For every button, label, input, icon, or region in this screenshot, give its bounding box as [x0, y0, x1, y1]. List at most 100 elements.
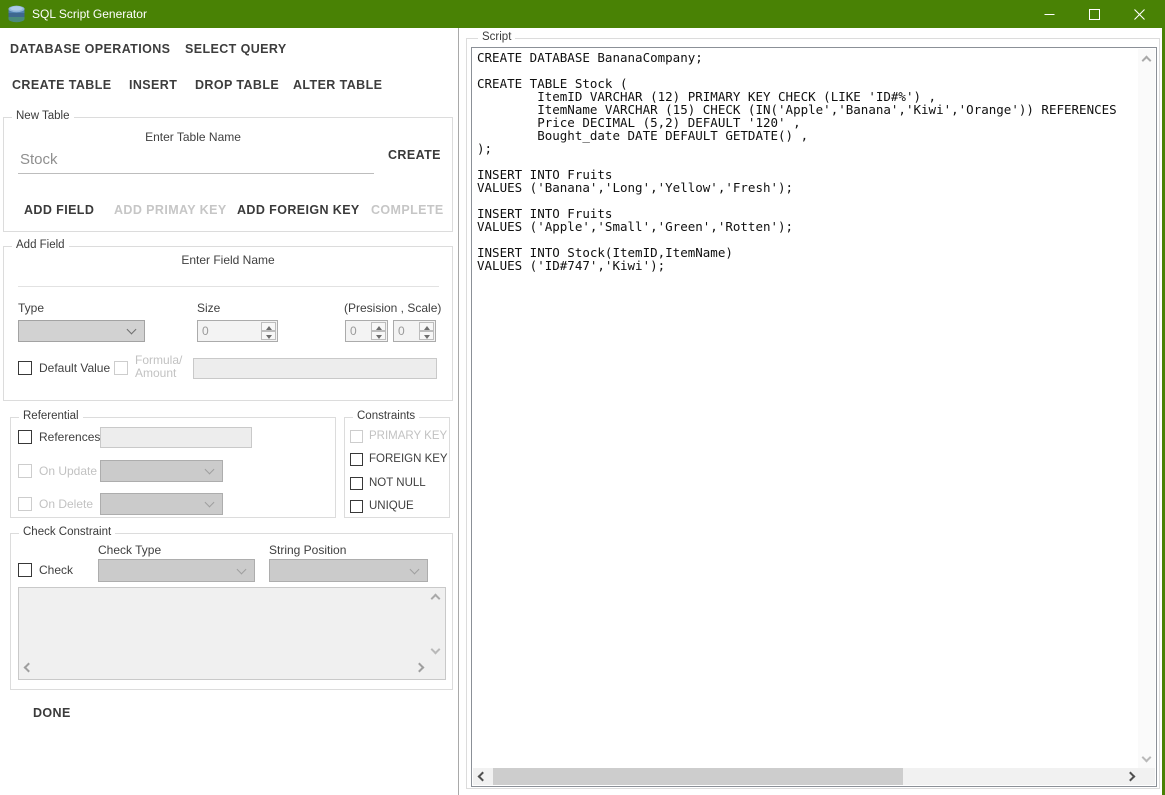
precision-value: 0	[350, 324, 357, 338]
sql-script-text: CREATE DATABASE BananaCompany; CREATE TA…	[477, 50, 1117, 273]
scale-value: 0	[398, 324, 405, 338]
check-constraint-group-label: Check Constraint	[19, 526, 116, 538]
menu-select-query[interactable]: SELECT QUERY	[185, 42, 287, 56]
string-position-label: String Position	[269, 543, 347, 557]
check-type-select[interactable]	[98, 559, 255, 582]
scroll-up-icon[interactable]	[430, 593, 441, 604]
size-stepper[interactable]: 0	[197, 320, 278, 342]
on-delete-label: On Delete	[39, 497, 94, 511]
precision-spinner[interactable]	[371, 322, 386, 340]
size-value: 0	[202, 324, 209, 338]
type-select[interactable]	[18, 320, 145, 342]
tab-alter-table[interactable]: ALTER TABLE	[293, 78, 382, 92]
check-text-input[interactable]	[18, 587, 446, 680]
unique-checkbox[interactable]	[350, 500, 363, 513]
chevron-down-icon	[126, 324, 137, 335]
complete-button: COMPLETE	[371, 203, 444, 217]
constraints-group-label: Constraints	[353, 410, 420, 422]
app-window: SQL Script Generator DATABASE OPERATIONS…	[0, 0, 1165, 795]
scroll-down-icon[interactable]	[430, 644, 441, 655]
new-table-group-label: New Table	[12, 110, 74, 122]
on-update-select	[100, 460, 223, 482]
tab-create-table[interactable]: CREATE TABLE	[12, 78, 111, 92]
minimize-icon	[1044, 13, 1055, 15]
scroll-left-icon[interactable]	[23, 662, 34, 673]
spinner-up-icon[interactable]	[261, 322, 276, 331]
chevron-down-icon	[409, 564, 420, 575]
size-spinner[interactable]	[261, 322, 276, 340]
references-label: References	[39, 430, 101, 444]
minimize-button[interactable]	[1027, 0, 1072, 28]
formula-amount-label: Formula/ Amount	[135, 353, 183, 380]
close-button[interactable]	[1117, 0, 1162, 28]
script-vertical-scrollbar[interactable]	[1138, 49, 1155, 769]
add-field-group-label: Add Field	[12, 239, 69, 251]
not-null-checkbox[interactable]	[350, 477, 363, 490]
check-checkbox[interactable]	[18, 563, 32, 577]
maximize-icon	[1089, 8, 1100, 20]
left-panel: DATABASE OPERATIONS SELECT QUERY CREATE …	[0, 28, 459, 795]
done-button[interactable]: DONE	[33, 706, 71, 720]
primary-key-checkbox	[350, 430, 363, 443]
add-foreign-key-button[interactable]: ADD FOREIGN KEY	[237, 203, 360, 217]
references-checkbox[interactable]	[18, 430, 32, 444]
script-group: Script CREATE DATABASE BananaCompany; CR…	[466, 31, 1160, 789]
scrollbar-corner	[1138, 768, 1155, 785]
new-table-group: New Table Enter Table Name Stock CREATE …	[3, 110, 453, 232]
constraints-group: Constraints PRIMARY KEY FOREIGN KEY NOT …	[344, 410, 450, 518]
scroll-down-icon[interactable]	[1141, 752, 1152, 763]
script-horizontal-scrollbar[interactable]	[473, 768, 1140, 785]
check-label: Check	[39, 563, 74, 577]
scroll-left-icon[interactable]	[477, 771, 488, 782]
window-title: SQL Script Generator	[32, 7, 147, 21]
add-primary-key-button: ADD PRIMAY KEY	[114, 203, 227, 217]
scroll-up-icon[interactable]	[1141, 55, 1152, 66]
table-name-label: Enter Table Name	[145, 130, 241, 144]
default-value-label: Default Value	[39, 361, 111, 375]
spinner-down-icon[interactable]	[371, 331, 386, 340]
referential-group-label: Referential	[19, 410, 83, 422]
close-icon	[1134, 8, 1145, 20]
on-update-label: On Update	[39, 464, 98, 478]
scale-spinner[interactable]	[419, 322, 434, 340]
scroll-right-icon[interactable]	[414, 662, 425, 673]
chevron-down-icon	[236, 564, 247, 575]
add-field-group: Add Field Enter Field Name Type Size 0 (…	[3, 239, 453, 401]
chevron-down-icon	[204, 497, 215, 508]
add-field-button[interactable]: ADD FIELD	[24, 203, 94, 217]
create-button[interactable]: CREATE	[388, 148, 441, 162]
spinner-up-icon[interactable]	[419, 322, 434, 331]
horizontal-scroll-thumb[interactable]	[493, 768, 903, 785]
not-null-label: NOT NULL	[369, 477, 426, 489]
maximize-button[interactable]	[1072, 0, 1117, 28]
default-value-checkbox[interactable]	[18, 361, 32, 375]
foreign-key-checkbox[interactable]	[350, 453, 363, 466]
string-position-select[interactable]	[269, 559, 428, 582]
spinner-down-icon[interactable]	[261, 331, 276, 340]
menu-database-operations[interactable]: DATABASE OPERATIONS	[10, 42, 170, 56]
check-type-label: Check Type	[98, 543, 162, 557]
scroll-right-icon[interactable]	[1125, 771, 1136, 782]
script-group-label: Script	[478, 31, 516, 43]
scale-stepper[interactable]: 0	[393, 320, 436, 342]
primary-key-label: PRIMARY KEY	[369, 430, 448, 442]
on-delete-checkbox	[18, 497, 32, 511]
table-name-input[interactable]: Stock	[18, 145, 374, 174]
tab-insert[interactable]: INSERT	[129, 78, 177, 92]
script-textbox[interactable]: CREATE DATABASE BananaCompany; CREATE TA…	[471, 47, 1157, 787]
references-input[interactable]	[100, 427, 252, 448]
field-name-label: Enter Field Name	[181, 253, 275, 267]
tab-drop-table[interactable]: DROP TABLE	[195, 78, 279, 92]
app-database-icon	[7, 5, 26, 28]
unique-label: UNIQUE	[369, 500, 414, 512]
size-label: Size	[197, 301, 221, 315]
table-name-value: Stock	[20, 151, 58, 168]
formula-amount-checkbox	[114, 361, 128, 375]
type-label: Type	[18, 301, 45, 315]
precision-stepper[interactable]: 0	[345, 320, 388, 342]
spinner-up-icon[interactable]	[371, 322, 386, 331]
field-name-input[interactable]	[18, 269, 439, 287]
foreign-key-label: FOREIGN KEY	[369, 453, 448, 465]
spinner-down-icon[interactable]	[419, 331, 434, 340]
check-constraint-group: Check Constraint Check Type String Posit…	[10, 526, 453, 690]
